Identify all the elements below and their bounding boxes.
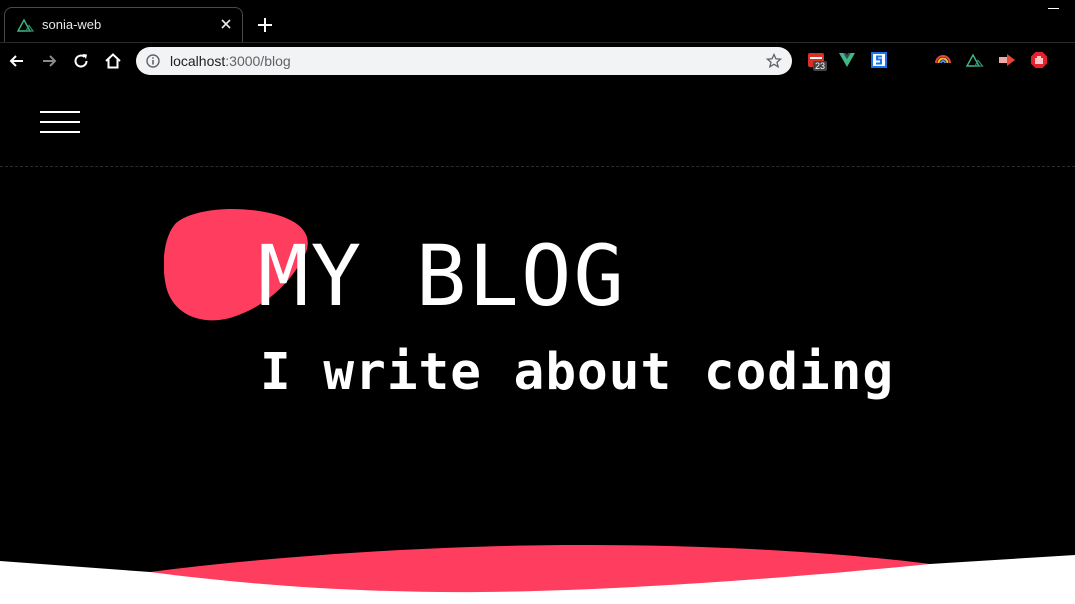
page: MY BLOG I write about coding [0,79,1075,604]
tab-strip: sonia-web [0,0,1075,42]
reload-icon[interactable] [72,52,90,70]
s-extension-icon[interactable] [870,51,888,69]
info-icon[interactable] [146,54,160,68]
url-host: localhost [170,53,226,69]
nuxt-icon [17,18,34,32]
calendar-extension-icon[interactable]: 23 [807,51,828,71]
back-arrow-icon[interactable] [8,52,26,70]
minimize-icon[interactable] [1048,8,1059,9]
tab-title: sonia-web [42,17,102,32]
arrow-extension-icon[interactable] [998,51,1016,69]
adblock-icon[interactable] [1030,51,1048,69]
plus-icon[interactable] [256,16,274,34]
page-subtitle: I write about coding [260,343,895,402]
browser-tab[interactable]: sonia-web [4,7,243,42]
hamburger-icon[interactable] [40,111,80,133]
home-icon[interactable] [104,52,122,70]
nuxt-extension-icon[interactable] [966,51,984,69]
menu-line [40,121,80,123]
bookmark-star-icon[interactable] [766,53,782,69]
forward-arrow-icon[interactable] [40,52,58,70]
menu-line [40,131,80,133]
page-title: MY BLOG [258,227,627,325]
browser-toolbar: localhost:3000/blog 23 [0,42,1075,79]
rainbow-extension-icon[interactable] [934,51,952,69]
address-bar[interactable]: localhost:3000/blog [136,47,792,75]
vue-devtools-icon[interactable] [838,51,856,69]
url-text: localhost:3000/blog [170,53,291,69]
bottom-wave [0,545,1075,604]
extension-badge: 23 [813,61,828,71]
close-icon[interactable] [218,16,234,32]
menu-line [40,111,80,113]
url-path: :3000/blog [225,53,291,69]
header-divider [0,166,1075,167]
